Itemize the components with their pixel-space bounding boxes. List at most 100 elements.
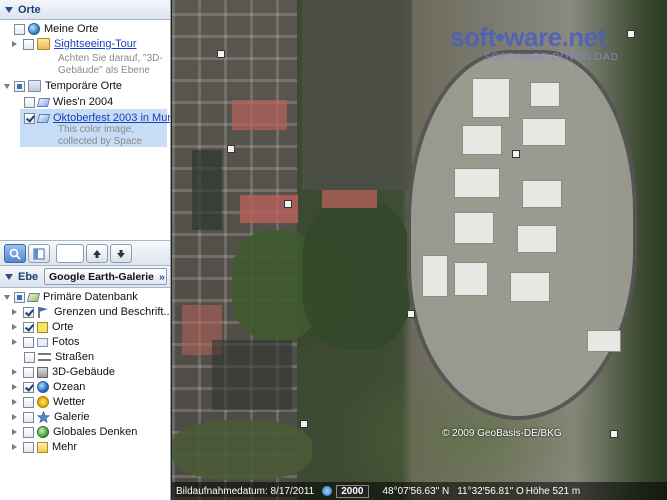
building-roof xyxy=(322,190,377,208)
layer-item[interactable]: Straßen xyxy=(24,349,94,365)
primary-db-label: Primäre Datenbank xyxy=(43,291,138,303)
layer-item[interactable]: Mehr xyxy=(12,439,77,455)
layer-checkbox[interactable] xyxy=(23,411,34,423)
tree-item-temp-places[interactable]: Temporäre Orte xyxy=(4,78,122,94)
layer-label: Fotos xyxy=(52,336,80,348)
layer-item[interactable]: Galerie xyxy=(12,409,89,425)
layer-item[interactable]: Orte xyxy=(12,319,73,335)
expand-arrow-icon[interactable] xyxy=(12,41,17,47)
expand-arrow-icon[interactable] xyxy=(12,414,17,420)
ocean-icon xyxy=(37,381,49,393)
oktoberfest-checkbox[interactable] xyxy=(24,112,35,124)
collapse-arrow-icon[interactable] xyxy=(4,83,10,89)
star-icon xyxy=(36,410,51,424)
latitude-readout: 48°07'56.63" N xyxy=(382,485,450,497)
layer-item[interactable]: Globales Denken xyxy=(12,424,137,440)
layer-item[interactable]: Wetter xyxy=(12,394,85,410)
temp-places-label: Temporäre Orte xyxy=(45,80,123,92)
layer-checkbox[interactable] xyxy=(23,426,34,438)
move-up-button[interactable] xyxy=(86,244,108,263)
panel-toggle-button[interactable] xyxy=(28,244,50,263)
sightseeing-link[interactable]: Sightseeing-Tour xyxy=(54,38,137,50)
primary-db-checkbox[interactable] xyxy=(14,291,25,303)
places-tree: Meine Orte Sightseeing-Tour Achten Sie d… xyxy=(0,20,170,238)
map-marker[interactable] xyxy=(217,50,225,58)
layer-checkbox[interactable] xyxy=(23,366,34,378)
layer-label: Wetter xyxy=(53,396,86,408)
arrow-down-icon xyxy=(117,249,125,258)
layer-checkbox[interactable] xyxy=(23,336,34,348)
collapse-arrow-icon[interactable] xyxy=(5,273,13,280)
move-down-button[interactable] xyxy=(110,244,132,263)
search-button[interactable] xyxy=(4,244,26,263)
map-marker[interactable] xyxy=(512,150,520,158)
building-block xyxy=(192,150,222,230)
blank-field[interactable] xyxy=(56,244,84,263)
tree-item-sightseeing[interactable]: Sightseeing-Tour xyxy=(12,36,137,52)
expand-arrow-icon[interactable] xyxy=(12,339,17,345)
map-marker[interactable] xyxy=(610,430,618,438)
map-view[interactable]: soft•ware.net SOFTWARE DOWNLOAD © 2009 G… xyxy=(172,0,667,500)
layer-label: Orte xyxy=(52,321,74,333)
expand-arrow-icon[interactable] xyxy=(12,444,17,450)
layers-header-label: Ebe xyxy=(18,270,39,283)
expand-arrow-icon[interactable] xyxy=(12,429,17,435)
map-marker[interactable] xyxy=(284,200,292,208)
map-marker[interactable] xyxy=(227,145,235,153)
layers-panel-header[interactable]: Ebe Google Earth-Galerie » xyxy=(0,266,170,288)
layer-primary-db[interactable]: Primäre Datenbank xyxy=(4,289,138,305)
collapse-arrow-icon[interactable] xyxy=(5,6,13,13)
imagery-date: Bildaufnahmedatum: 8/17/2011 xyxy=(176,485,315,497)
sightseeing-checkbox[interactable] xyxy=(23,38,34,50)
panel-icon xyxy=(33,248,45,259)
watermark-subtitle: SOFTWARE DOWNLOAD xyxy=(484,52,619,63)
layer-checkbox[interactable] xyxy=(23,321,34,333)
road-icon xyxy=(38,353,51,361)
layer-item[interactable]: 3D-Gebäude xyxy=(12,364,115,380)
layer-item[interactable]: Ozean xyxy=(12,379,85,395)
expand-arrow-icon[interactable] xyxy=(12,324,17,330)
layer-checkbox[interactable] xyxy=(23,396,34,408)
expand-arrow-icon[interactable] xyxy=(12,399,17,405)
collapse-arrow-icon[interactable] xyxy=(4,294,10,300)
festival-tent xyxy=(522,118,566,146)
earth-gallery-button[interactable]: Google Earth-Galerie » xyxy=(44,268,167,285)
globe-icon xyxy=(28,23,40,35)
wiesn-label: Wies'n 2004 xyxy=(53,96,114,108)
more-icon xyxy=(37,441,48,453)
oktoberfest-link[interactable]: Oktoberfest 2003 in Muni xyxy=(53,112,170,124)
layer-checkbox[interactable] xyxy=(24,351,35,363)
arrow-up-icon xyxy=(93,249,101,258)
temp-places-checkbox[interactable] xyxy=(14,80,25,92)
weather-icon xyxy=(37,396,49,408)
places-panel-header[interactable]: Orte xyxy=(0,0,170,20)
layers-stack-icon xyxy=(26,292,41,302)
image-overlay-icon xyxy=(36,113,51,123)
layer-item[interactable]: Grenzen und Beschrift... xyxy=(12,304,170,320)
map-marker[interactable] xyxy=(627,30,635,38)
festival-tent xyxy=(587,330,621,352)
park-area xyxy=(302,200,412,350)
tree-item-wiesn[interactable]: Wies'n 2004 xyxy=(24,94,113,110)
expand-arrow-icon[interactable] xyxy=(12,309,17,315)
wiesn-checkbox[interactable] xyxy=(24,96,35,108)
expand-arrow-icon[interactable] xyxy=(12,369,17,375)
layer-label: 3D-Gebäude xyxy=(52,366,115,378)
layer-item[interactable]: Fotos xyxy=(12,334,80,350)
my-places-checkbox[interactable] xyxy=(14,23,25,35)
layer-checkbox[interactable] xyxy=(23,441,34,453)
layer-checkbox[interactable] xyxy=(23,306,34,318)
festival-tent xyxy=(472,78,510,118)
map-marker[interactable] xyxy=(407,310,415,318)
zoom-level: 2000 xyxy=(336,484,369,498)
building-block xyxy=(212,340,292,410)
copyright-text: © 2009 GeoBasis-DE/BKG xyxy=(442,428,562,439)
altitude-readout: Höhe 521 m xyxy=(525,485,581,497)
expand-arrow-icon[interactable] xyxy=(12,384,17,390)
map-marker[interactable] xyxy=(300,420,308,428)
oktoberfest-description-2: collected by Space xyxy=(58,136,142,147)
layer-checkbox[interactable] xyxy=(23,381,34,393)
building-3d-icon xyxy=(37,366,48,378)
folder-open-icon xyxy=(28,80,41,92)
tree-item-my-places[interactable]: Meine Orte xyxy=(4,21,98,37)
